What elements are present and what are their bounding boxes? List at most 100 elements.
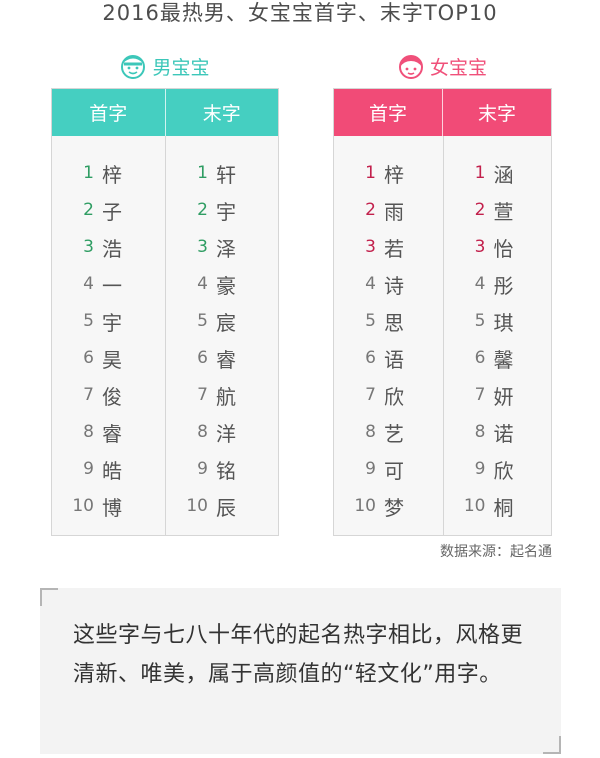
quote-box: 这些字与七八十年代的起名热字相比，风格更清新、唯美，属于高颜值的“轻文化”用字。 [40, 588, 561, 754]
rank-number: 2 [474, 200, 486, 220]
rank-number: 10 [72, 496, 94, 516]
name-character: 雨 [384, 199, 404, 224]
name-character: 艺 [384, 421, 404, 446]
list-item: 6睿 [166, 343, 278, 373]
list-item: 2子 [52, 195, 165, 225]
name-character: 梓 [102, 162, 122, 187]
list-item: 5宸 [166, 306, 278, 336]
list-item: 5宇 [52, 306, 165, 336]
list-item: 6语 [334, 343, 443, 373]
name-character: 睿 [102, 421, 122, 446]
rank-number: 1 [474, 163, 486, 183]
boy-names-table: 首字 末字 1 梓 2 子 3 浩 4 一 5 宇 6 昊 7 俊 8 睿 9 皓 10 博 1轩2宇3泽4豪5宸6睿… [51, 88, 279, 536]
rank-number: 9 [83, 459, 94, 479]
name-character: 萱 [493, 199, 514, 224]
rank-number: 9 [365, 459, 376, 479]
girl-header-first: 首字 [368, 103, 407, 125]
rank-number: 10 [463, 496, 486, 516]
rank-number: 4 [197, 274, 208, 294]
boy-table-header: 首字 末字 [52, 89, 278, 136]
girl-face-icon [398, 55, 423, 79]
list-item: 9欣 [444, 454, 552, 484]
list-item: 6昊 [52, 343, 165, 373]
rank-number: 4 [474, 274, 486, 294]
name-character: 桐 [493, 495, 514, 520]
quote-corner-bottom-right [543, 736, 561, 754]
list-item: 2宇 [166, 195, 278, 225]
rank-number: 4 [365, 274, 376, 294]
name-character: 浩 [102, 236, 122, 261]
name-character: 皓 [102, 458, 122, 483]
list-item: 8睿 [52, 417, 165, 447]
name-character: 馨 [493, 347, 514, 372]
rank-number: 3 [83, 237, 94, 257]
rank-number: 8 [83, 422, 94, 442]
list-item: 3泽 [166, 232, 278, 262]
list-item: 9皓 [52, 454, 165, 484]
name-character: 琪 [493, 310, 514, 335]
name-character: 昊 [102, 347, 122, 372]
rank-number: 6 [197, 348, 208, 368]
list-item: 1轩 [166, 158, 278, 188]
list-item: 7妍 [444, 380, 552, 410]
rank-number: 6 [474, 348, 486, 368]
boy-first-column: 1 梓 2 子 3 浩 4 一 5 宇 6 昊 7 俊 8 睿 9 皓 10 博 [52, 136, 165, 535]
rank-number: 8 [365, 422, 376, 442]
girl-header-last: 末字 [442, 89, 551, 136]
list-item: 4豪 [166, 269, 278, 299]
list-item: 9铭 [166, 454, 278, 484]
name-character: 妍 [493, 384, 514, 409]
list-item: 7航 [166, 380, 278, 410]
rank-number: 2 [83, 200, 94, 220]
name-character: 欣 [493, 458, 514, 483]
data-source-note: 数据来源：起名通 [440, 544, 552, 560]
name-character: 宇 [102, 310, 122, 335]
list-item: 3怡 [444, 232, 552, 262]
list-item: 10 桐 [444, 491, 552, 521]
name-character: 梓 [384, 162, 404, 187]
rank-number: 6 [365, 348, 376, 368]
list-item: 8诺 [444, 417, 552, 447]
girl-first-column: 1 梓 2 雨 3 若 4 诗 5 思 6 语 7 欣 8 艺 9 可 10 梦 [334, 136, 443, 535]
rank-number: 5 [197, 311, 208, 331]
list-item: 1梓 [52, 158, 165, 188]
rank-number: 7 [83, 385, 94, 405]
name-character: 睿 [216, 347, 236, 372]
boy-header-last: 末字 [164, 89, 279, 136]
name-character: 宇 [216, 199, 236, 224]
list-item: 8艺 [334, 417, 443, 447]
name-character: 彤 [493, 273, 514, 298]
name-character: 欣 [384, 384, 404, 409]
name-character: 可 [384, 458, 404, 483]
list-item: 5思 [334, 306, 443, 336]
rank-number: 10 [354, 496, 376, 516]
rank-number: 3 [365, 237, 376, 257]
name-character: 泽 [216, 236, 236, 261]
rank-number: 6 [83, 348, 94, 368]
girl-last-column: 1 涵 2 萱 3 怡 4 彤 5 琪 6 馨 7 妍 8 诺 9 欣 10 桐 [442, 136, 552, 535]
boy-face-icon [121, 55, 146, 79]
list-item: 10 梦 [334, 491, 443, 521]
rank-number: 8 [197, 422, 208, 442]
rank-number: 4 [83, 274, 94, 294]
list-item: 10 辰 [166, 491, 278, 521]
girl-table-header: 首字 末字 [334, 89, 551, 136]
boy-label-text: 男宝宝 [152, 56, 210, 79]
rank-number: 1 [365, 163, 376, 183]
name-character: 铭 [216, 458, 236, 483]
list-item: 5琪 [444, 306, 552, 336]
rank-number: 9 [474, 459, 486, 479]
name-character: 轩 [216, 162, 236, 187]
list-item: 7俊 [52, 380, 165, 410]
boy-header-first: 首字 [89, 103, 128, 125]
rank-number: 8 [474, 422, 486, 442]
name-character: 怡 [493, 236, 514, 261]
rank-number: 3 [474, 237, 486, 257]
quote-corner-top-left [40, 588, 58, 606]
list-item: 10 博 [52, 491, 165, 521]
girl-label-text: 女宝宝 [429, 56, 487, 79]
name-character: 俊 [102, 384, 122, 409]
name-character: 思 [384, 310, 404, 335]
rank-number: 5 [474, 311, 486, 331]
list-item: 8洋 [166, 417, 278, 447]
